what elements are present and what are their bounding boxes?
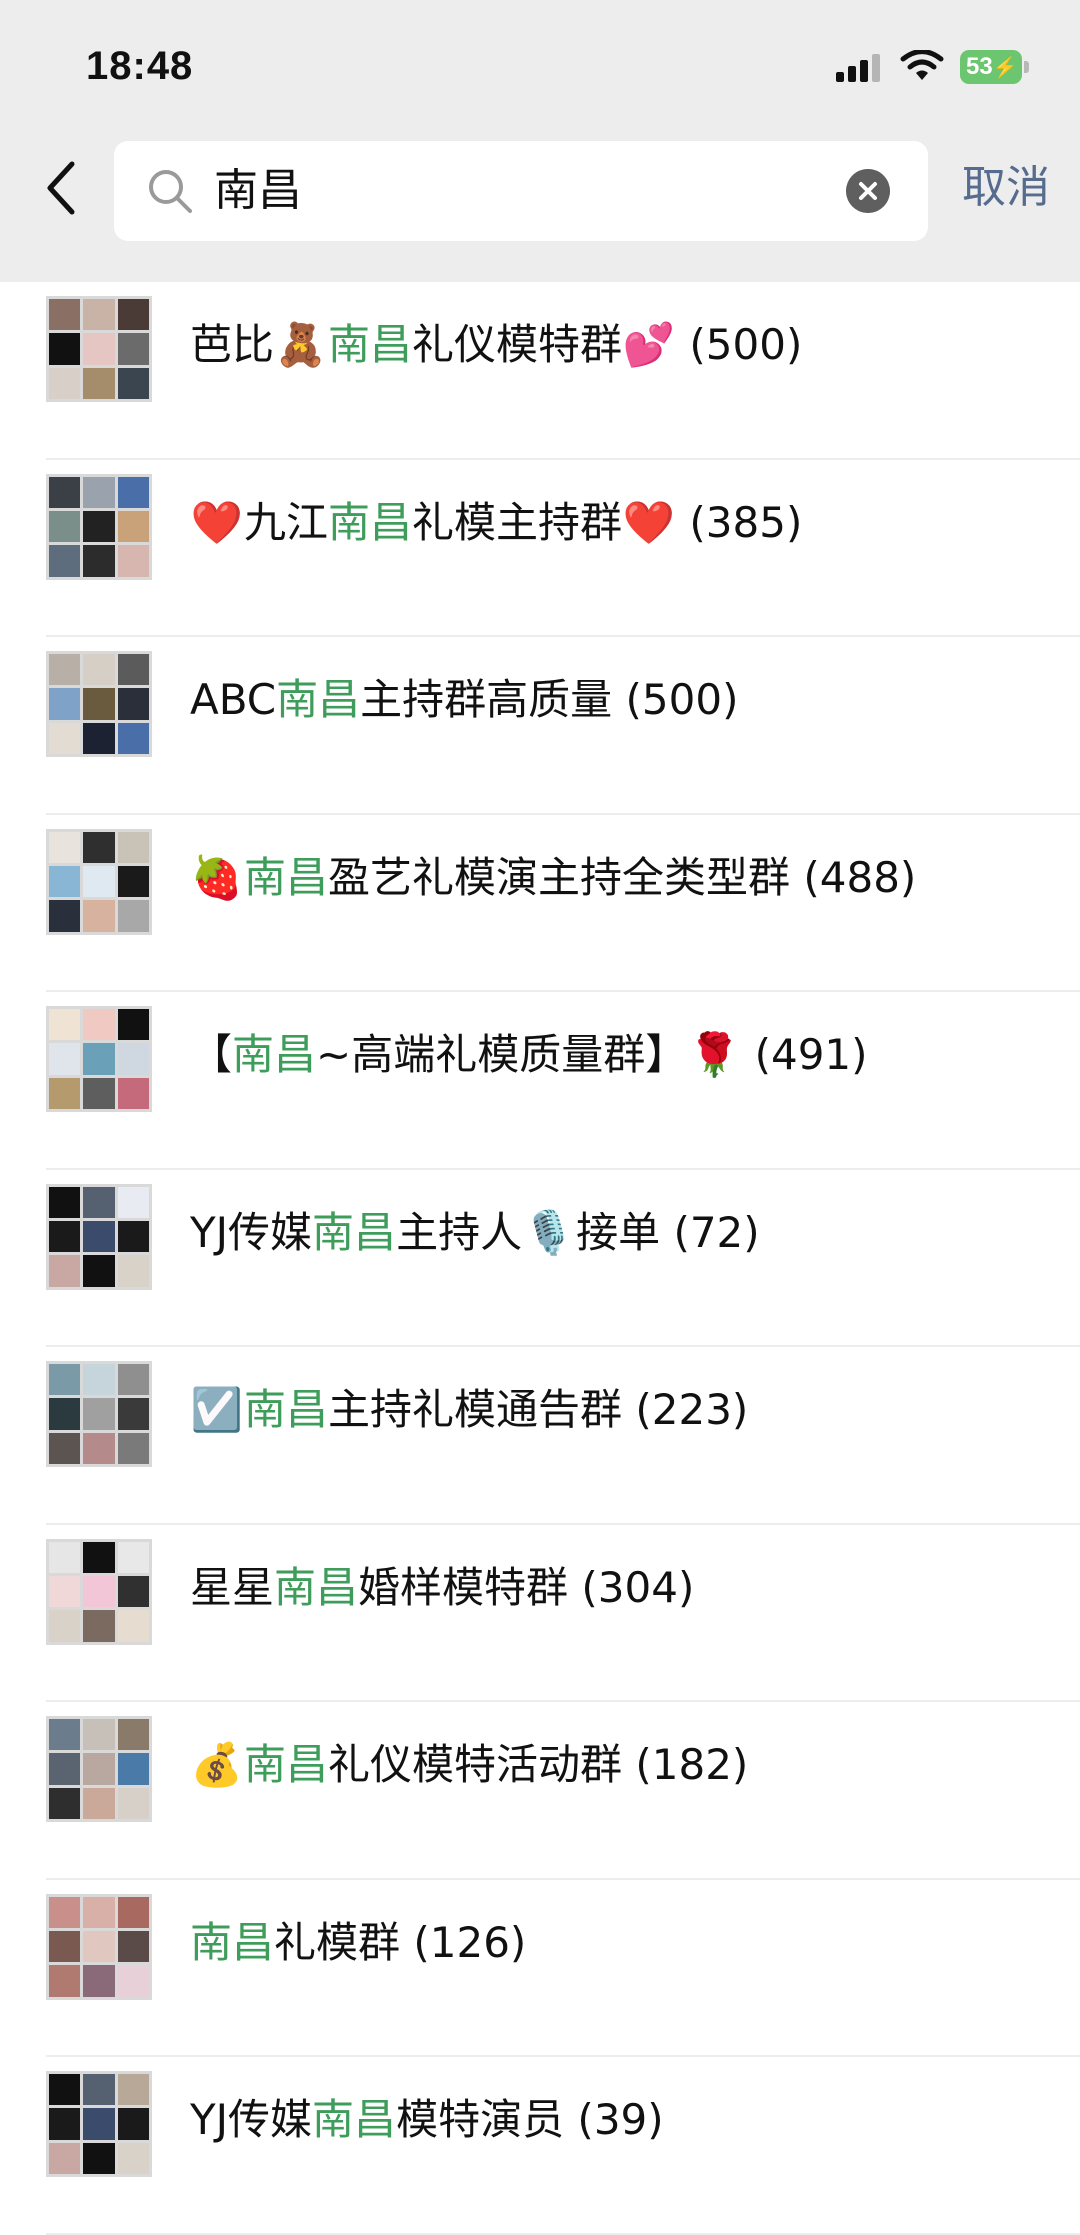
keyword-highlight: 南昌 <box>312 2095 397 2144</box>
group-name: 芭比🧸南昌礼仪模特群💕 (500) <box>190 312 802 378</box>
name-part: (500) <box>676 320 803 369</box>
keyword-highlight: 南昌 <box>328 497 413 547</box>
group-name: ☑️南昌主持礼模通告群 (223) <box>190 1377 748 1443</box>
keyword-highlight: 南昌 <box>312 1207 397 1257</box>
emoji-icon: 💰 <box>190 1740 244 1789</box>
keyword-highlight: 南昌 <box>244 1740 329 1789</box>
emoji-icon: 🎙️ <box>522 1207 576 1257</box>
name-part: 盈艺礼模演主持全类型群 <box>328 852 791 902</box>
group-avatar <box>46 1361 152 1467</box>
group-avatar <box>46 651 152 757</box>
group-name: 【南昌~高端礼模质量群】🌹 (491) <box>190 1022 868 1088</box>
result-row[interactable]: ABC南昌主持群高质量 (500) <box>0 637 1080 815</box>
name-part: 礼模群 <box>274 1917 401 1967</box>
name-part: 礼模主持群 <box>412 497 623 547</box>
group-avatar <box>46 1538 152 1645</box>
emoji-icon: ❤️ <box>190 497 244 547</box>
name-part: ~高端礼模质量群】 <box>316 1030 688 1079</box>
result-row[interactable]: YJ传媒南昌模特演员 (39) <box>0 2057 1080 2235</box>
name-part: (223) <box>622 1385 749 1434</box>
name-part: 婚样模特群 <box>358 1562 569 1612</box>
name-part: ABC <box>190 675 277 724</box>
group-avatar <box>46 2071 152 2177</box>
group-name: 💰南昌礼仪模特活动群 (182) <box>190 1732 748 1798</box>
name-part: YJ传媒 <box>190 2095 313 2144</box>
emoji-icon: 💕 <box>622 320 676 369</box>
keyword-highlight: 南昌 <box>244 1385 329 1434</box>
name-part: (126) <box>400 1917 527 1967</box>
name-part: 模特演员 <box>396 2095 565 2144</box>
name-part: (39) <box>564 2095 664 2144</box>
result-row[interactable]: 【南昌~高端礼模质量群】🌹 (491) <box>0 992 1080 1170</box>
emoji-icon: ❤️ <box>622 497 676 547</box>
back-arrow-icon[interactable] <box>40 156 84 220</box>
emoji-icon: 🧸 <box>274 320 328 369</box>
name-part: 【 <box>190 1030 233 1079</box>
wifi-icon <box>900 50 944 80</box>
result-row[interactable]: YJ传媒南昌主持人🎙️接单 (72) <box>0 1170 1080 1347</box>
name-part: (182) <box>622 1740 749 1789</box>
group-avatar <box>46 296 152 402</box>
group-name: 南昌礼模群 (126) <box>190 1910 526 1976</box>
search-bar[interactable]: 南昌 <box>114 141 928 241</box>
cellular-signal-icon <box>836 54 880 82</box>
group-avatar <box>46 473 152 580</box>
keyword-highlight: 南昌 <box>232 1030 317 1079</box>
cancel-button[interactable]: 取消 <box>962 158 1050 218</box>
name-part: 九江 <box>244 497 329 547</box>
result-row[interactable]: 南昌礼模群 (126) <box>0 1880 1080 2057</box>
result-row[interactable]: ❤️九江南昌礼模主持群❤️ (385) <box>0 460 1080 637</box>
result-row[interactable]: 💰南昌礼仪模特活动群 (182) <box>0 1702 1080 1880</box>
name-part: (385) <box>676 497 803 547</box>
result-row[interactable]: 芭比🧸南昌礼仪模特群💕 (500) <box>0 282 1080 460</box>
group-name: ABC南昌主持群高质量 (500) <box>190 667 738 733</box>
status-time: 18:48 <box>86 44 194 88</box>
search-icon <box>149 170 192 213</box>
clear-search-icon[interactable] <box>846 169 890 213</box>
group-name: 🍓南昌盈艺礼模演主持全类型群 (488) <box>190 845 916 911</box>
group-avatar <box>46 1716 152 1822</box>
name-part: (500) <box>612 675 739 724</box>
battery-icon: 53⚡ <box>960 50 1030 84</box>
group-name: ❤️九江南昌礼模主持群❤️ (385) <box>190 490 803 556</box>
name-part: (491) <box>741 1030 868 1079</box>
group-name: YJ传媒南昌模特演员 (39) <box>190 2087 664 2153</box>
keyword-highlight: 南昌 <box>328 320 413 369</box>
name-part: 主持人 <box>396 1207 523 1257</box>
name-part: (488) <box>790 852 917 902</box>
group-name: 星星南昌婚样模特群 (304) <box>190 1555 694 1621</box>
name-part: 接单 <box>576 1207 661 1257</box>
result-row[interactable]: 🍓南昌盈艺礼模演主持全类型群 (488) <box>0 815 1080 992</box>
result-row[interactable]: ☑️南昌主持礼模通告群 (223) <box>0 1347 1080 1525</box>
name-part: 礼仪模特群 <box>412 320 623 369</box>
keyword-highlight: 南昌 <box>190 1917 275 1967</box>
emoji-icon: 🍓 <box>190 852 244 902</box>
result-row[interactable]: 星星南昌婚样模特群 (304) <box>0 1525 1080 1702</box>
group-name: YJ传媒南昌主持人🎙️接单 (72) <box>190 1200 760 1266</box>
group-avatar <box>46 1893 152 2000</box>
group-avatar <box>46 1006 152 1112</box>
emoji-icon: 🌹 <box>688 1030 741 1079</box>
name-part: 芭比 <box>190 320 275 369</box>
group-avatar <box>46 1183 152 1290</box>
name-part: (72) <box>660 1207 760 1257</box>
name-part: 礼仪模特活动群 <box>328 1740 623 1789</box>
search-input[interactable]: 南昌 <box>214 161 302 221</box>
keyword-highlight: 南昌 <box>244 852 329 902</box>
name-part: (304) <box>568 1562 695 1612</box>
keyword-highlight: 南昌 <box>276 675 361 724</box>
battery-level: 53 <box>966 53 993 80</box>
emoji-icon: ☑️ <box>190 1385 244 1434</box>
group-avatar <box>46 828 152 935</box>
row-divider <box>46 2232 1080 2235</box>
top-header: 18:48 53⚡ 南昌 取消 <box>0 0 1080 282</box>
search-results-list: 芭比🧸南昌礼仪模特群💕 (500) ❤️九江南昌礼模主持群❤️ (385) ABC南… <box>0 282 1080 2235</box>
name-part: 主持群高质量 <box>360 675 613 724</box>
name-part: YJ传媒 <box>190 1207 313 1257</box>
name-part: 主持礼模通告群 <box>328 1385 623 1434</box>
name-part: 星星 <box>190 1562 275 1612</box>
keyword-highlight: 南昌 <box>274 1562 359 1612</box>
